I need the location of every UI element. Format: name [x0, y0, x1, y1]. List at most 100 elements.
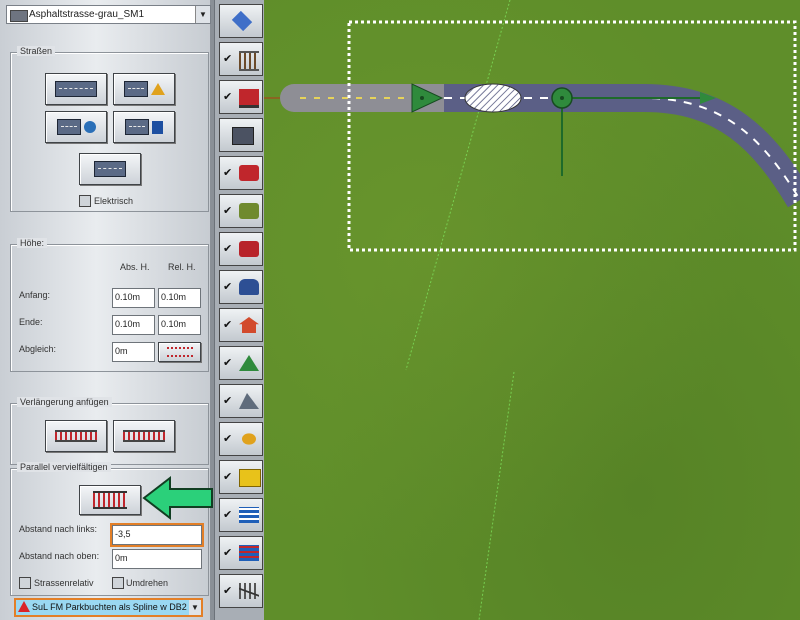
elektrisch-label: Elektrisch [94, 196, 134, 206]
abgleich-label: Abgleich: [19, 344, 57, 354]
umdrehen-checkbox[interactable] [112, 577, 124, 589]
ende-abs-input[interactable]: 0.10m [112, 315, 155, 335]
umdrehen-label: Umdrehen [126, 578, 169, 588]
road-icon [232, 127, 254, 145]
abstand-links-input[interactable]: -3,5 [112, 525, 202, 545]
road-icon [123, 81, 148, 97]
yellow-box-icon [239, 469, 261, 487]
road-segment-selected [444, 84, 800, 208]
anfang-rel-input[interactable]: 0.10m [158, 288, 201, 308]
spline-combo[interactable]: SuL FM Parkbuchten als Spline w DB2 ▼ [14, 598, 203, 617]
category-button-road[interactable] [219, 118, 263, 152]
red-signal-icon [239, 241, 259, 257]
checkmark-icon: ✔ [223, 471, 233, 483]
grid-line [405, 0, 511, 371]
info-icon [152, 120, 163, 134]
verlaengerung-group: Verlängerung anfügen [10, 397, 209, 465]
green-signal-icon [239, 203, 259, 219]
green-arrow-annotation [142, 475, 213, 521]
hoehe-title: Höhe: [17, 238, 48, 248]
checkmark-icon: ✔ [223, 243, 233, 255]
abgleich-input[interactable]: 0m [112, 342, 155, 362]
parallel-duplicate-button[interactable] [79, 485, 141, 515]
append-left-button[interactable] [45, 420, 107, 452]
ende-label: Ende: [19, 317, 43, 327]
category-button-rails[interactable]: ✔ [219, 42, 263, 76]
strassen-title: Straßen [17, 46, 56, 56]
ende-rel-input[interactable]: 0.10m [158, 315, 201, 335]
align-icon [166, 347, 193, 357]
rel-h-header: Rel. H. [168, 262, 196, 272]
category-button-red-signal[interactable]: ✔ [219, 232, 263, 266]
strassenrelativ-checkbox[interactable] [19, 577, 31, 589]
abstand-oben-label: Abstand nach oben: [19, 551, 100, 561]
category-button-cube[interactable] [219, 4, 263, 38]
checkmark-icon: ✔ [223, 281, 233, 293]
globe-icon [83, 121, 96, 133]
water-icon [239, 507, 259, 523]
category-button-red-car[interactable]: ✔ [219, 156, 263, 190]
category-button-people[interactable]: ✔ [219, 270, 263, 304]
tree-icon [239, 355, 259, 371]
road-swatch-icon [10, 10, 28, 22]
checkmark-icon: ✔ [223, 357, 233, 369]
parallel-track-icon [93, 491, 127, 509]
road-delete-icon [94, 161, 126, 177]
track-append-icon [123, 430, 165, 442]
checkmark-icon: ✔ [223, 433, 233, 445]
mountain-icon [239, 393, 259, 409]
category-button-house[interactable]: ✔ [219, 308, 263, 342]
grid-line [478, 371, 515, 620]
track-append-icon [55, 430, 97, 442]
gizmo-center-dot [560, 96, 564, 100]
chevron-down-icon[interactable]: ▼ [195, 6, 210, 23]
road-straight-button[interactable] [45, 73, 107, 105]
checkmark-icon: ✔ [223, 91, 233, 103]
road-delete-button[interactable] [79, 153, 141, 185]
people-icon [239, 279, 259, 295]
abgleich-button[interactable] [158, 342, 201, 362]
category-button-train[interactable]: ✔ [219, 80, 263, 114]
category-button-green-signal[interactable]: ✔ [219, 194, 263, 228]
checkmark-icon: ✔ [223, 585, 233, 597]
road-info-button[interactable] [113, 111, 175, 143]
checkmark-icon: ✔ [223, 53, 233, 65]
category-button-water[interactable]: ✔ [219, 498, 263, 532]
road-warning-button[interactable] [113, 73, 175, 105]
parallel-title: Parallel vervielfältigen [17, 462, 111, 472]
road-globe-button[interactable] [45, 111, 107, 143]
checkmark-icon: ✔ [223, 509, 233, 521]
append-right-button[interactable] [113, 420, 175, 452]
train-icon [239, 89, 259, 108]
spline-combo-value: SuL FM Parkbuchten als Spline w DB2 [32, 602, 187, 612]
road-type-value: Asphaltstrasse-grau_SM1 [29, 9, 145, 20]
road-icon [125, 119, 149, 135]
verlaengerung-title: Verlängerung anfügen [17, 397, 112, 407]
warning-icon [150, 83, 165, 95]
elektrisch-checkbox[interactable] [79, 195, 91, 207]
road-straight-icon [55, 81, 97, 97]
red-car-icon [239, 165, 259, 181]
start-marker-dot [420, 96, 424, 100]
anfang-label: Anfang: [19, 290, 51, 300]
scene-canvas [264, 0, 800, 620]
track-switch-icon [239, 583, 259, 599]
category-button-flower[interactable]: ✔ [219, 422, 263, 456]
abstand-oben-input[interactable]: 0m [112, 549, 202, 569]
strassenrelativ-label: Strassenrelativ [34, 578, 94, 588]
category-button-water-signal[interactable]: ✔ [219, 536, 263, 570]
category-button-mountain[interactable]: ✔ [219, 384, 263, 418]
checkmark-icon: ✔ [223, 547, 233, 559]
chevron-down-icon[interactable]: ▼ [189, 600, 201, 615]
category-button-yellow-box[interactable]: ✔ [219, 460, 263, 494]
strassen-group: Straßen [10, 46, 209, 212]
category-button-track-switch[interactable]: ✔ [219, 574, 263, 608]
road-center-hatch [465, 84, 521, 112]
checkmark-icon: ✔ [223, 395, 233, 407]
abstand-links-label: Abstand nach links: [19, 524, 98, 534]
category-button-tree[interactable]: ✔ [219, 346, 263, 380]
3d-viewport[interactable] [264, 0, 800, 620]
road-type-combo[interactable]: Asphaltstrasse-grau_SM1 ▼ [6, 5, 211, 24]
road-icon [56, 119, 81, 135]
anfang-abs-input[interactable]: 0.10m [112, 288, 155, 308]
